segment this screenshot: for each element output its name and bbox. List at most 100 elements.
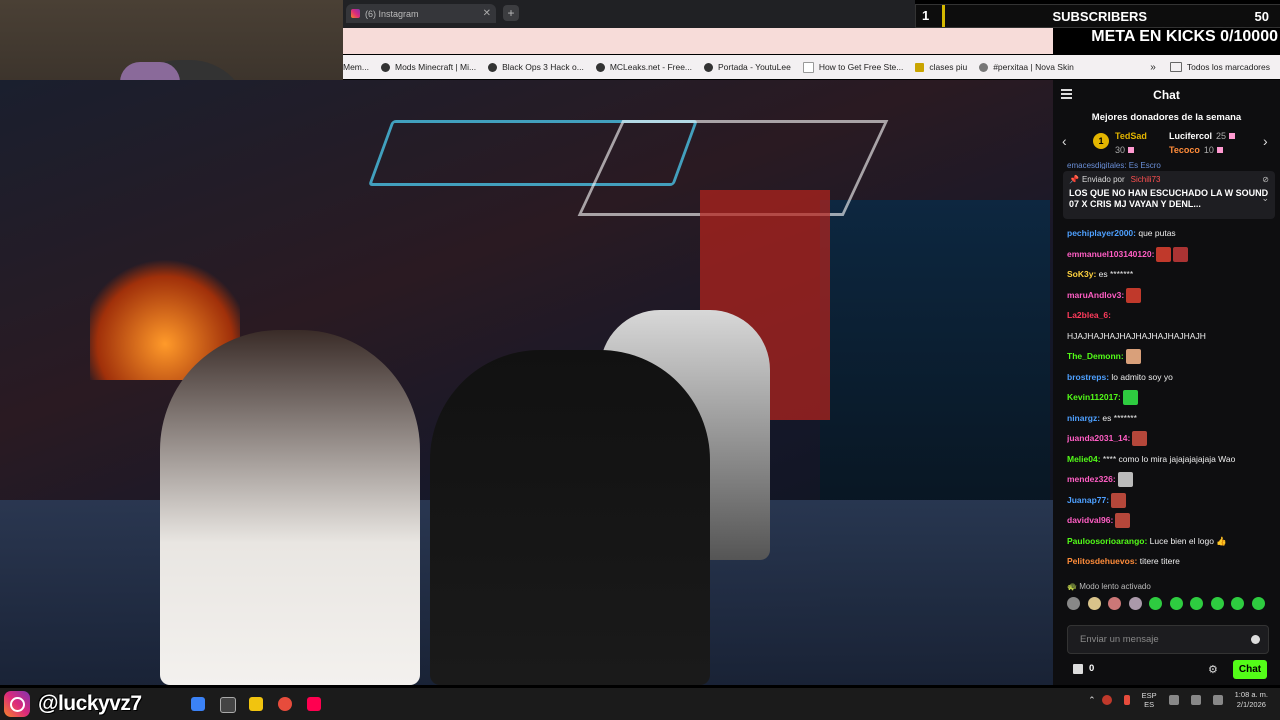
- chat-message-list: pechiplayer2000: que putas emmanuel103140…: [1067, 223, 1275, 572]
- quick-emote-icon[interactable]: [1149, 596, 1162, 610]
- all-bookmarks-button[interactable]: Todos los marcadores: [1169, 62, 1270, 72]
- emote-icon: [1156, 246, 1172, 262]
- bookmark-clases-piu[interactable]: clases piu: [915, 62, 967, 72]
- unpin-icon[interactable]: ⊘: [1262, 175, 1269, 184]
- bookmark-label: MCLeaks.net - Free...: [609, 62, 693, 72]
- send-chat-button[interactable]: Chat: [1233, 660, 1267, 679]
- stream-video[interactable]: [0, 80, 1053, 685]
- browser-tab-instagram[interactable]: (6) Instagram ✕: [346, 4, 496, 23]
- pinned-header: 📌 Enviado por Sichili73: [1069, 175, 1269, 184]
- app-icon[interactable]: [220, 697, 236, 713]
- prev-arrow-icon[interactable]: ‹: [1062, 133, 1067, 149]
- chat-username[interactable]: juanda2031_14:: [1067, 433, 1130, 443]
- chat-message: Pauloosorioarango: Luce bien el logo 👍: [1067, 531, 1275, 552]
- github-icon: [488, 62, 498, 72]
- emote-icon: [1117, 472, 1133, 488]
- volume-icon[interactable]: [1190, 695, 1201, 705]
- folder-icon: [915, 62, 925, 72]
- github-icon: [380, 62, 390, 72]
- github-icon: [595, 62, 605, 72]
- quick-emote-icon[interactable]: [1067, 596, 1080, 610]
- emote-icon: [1111, 492, 1127, 508]
- chat-text: es *******: [1096, 269, 1134, 279]
- donor-name: TedSad: [1115, 131, 1147, 141]
- expand-chevron-icon[interactable]: ⌄: [1261, 193, 1269, 204]
- chat-username[interactable]: pechiplayer2000:: [1067, 228, 1136, 238]
- emoji-picker-icon[interactable]: [1251, 635, 1260, 644]
- collapse-chat-icon[interactable]: [1061, 89, 1072, 99]
- quick-emote-icon[interactable]: [1231, 596, 1244, 610]
- chat-header: Chat: [1053, 80, 1280, 110]
- bookmark-black-ops[interactable]: Black Ops 3 Hack o...: [488, 62, 584, 72]
- quick-emote-icon[interactable]: [1190, 596, 1203, 610]
- subscriber-label: SUBSCRIBERS: [1052, 8, 1148, 24]
- chat-message: Kevin112017:: [1067, 387, 1275, 408]
- bookmark-label: clases piu: [929, 62, 968, 72]
- chat-username[interactable]: ninargz:: [1067, 413, 1100, 423]
- subscriber-goal-bar: 1 SUBSCRIBERS 50: [915, 4, 1280, 28]
- donor-entry: TedSad: [1115, 131, 1147, 141]
- quick-emote-icon[interactable]: [1128, 596, 1142, 610]
- quick-emote-icon[interactable]: [1169, 596, 1183, 610]
- chat-username[interactable]: The_Demonn:: [1067, 351, 1124, 361]
- chat-username[interactable]: emmanuel103140120:: [1067, 249, 1154, 259]
- settings-gear-icon[interactable]: ⚙: [1208, 663, 1218, 676]
- next-arrow-icon[interactable]: ›: [1263, 133, 1268, 149]
- donor-entry: Tecoco 10: [1169, 145, 1223, 155]
- chat-username[interactable]: Pauloosorioarango:: [1067, 536, 1147, 546]
- bookmark-label: Mods Minecraft | Mi...: [394, 62, 477, 72]
- network-icon[interactable]: [1168, 695, 1179, 705]
- bookmark-youtulee[interactable]: Portada - YoutuLee: [704, 62, 791, 72]
- bookmark-mem[interactable]: Mem...: [343, 62, 369, 72]
- chrome-icon[interactable]: [278, 697, 292, 711]
- kicks-goal-text: META EN KICKS 0/10000: [1091, 28, 1278, 45]
- chat-footer: 0 ⚙ Chat: [1053, 660, 1280, 680]
- gift-icon[interactable]: [1073, 664, 1083, 674]
- keyboard-code: ES: [1144, 700, 1155, 709]
- emote-icon: [1115, 513, 1131, 529]
- bookmarks-more-button[interactable]: »: [1150, 62, 1156, 73]
- chat-username[interactable]: Juanap77:: [1067, 495, 1109, 505]
- chat-username[interactable]: mendez326:: [1067, 474, 1116, 484]
- quick-emote-icon[interactable]: [1210, 596, 1224, 610]
- new-tab-button[interactable]: +: [503, 5, 519, 21]
- chat-username[interactable]: Pelitosdehuevos:: [1067, 556, 1137, 566]
- show-hidden-icons-icon[interactable]: ⌃: [1088, 695, 1096, 706]
- chat-text: Luce bien el logo 👍: [1147, 535, 1227, 546]
- pinned-message[interactable]: 📌 Enviado por Sichili73 ⊘ LOS QUE NO HAN…: [1063, 171, 1275, 219]
- instagram-icon: [351, 9, 360, 18]
- chat-username[interactable]: brostreps:: [1067, 372, 1109, 382]
- address-bar[interactable]: [343, 28, 1053, 54]
- clock-date: 2/1/2026: [1236, 700, 1266, 709]
- tiktok-icon[interactable]: [307, 697, 321, 711]
- bookmark-label: #perxitaa | Nova Skin: [993, 62, 1074, 72]
- chat-text: que putas: [1135, 228, 1176, 238]
- tray-app-icon[interactable]: [1101, 695, 1112, 705]
- quick-emote-icon[interactable]: [1251, 596, 1265, 610]
- chat-username[interactable]: Melie04:: [1067, 454, 1101, 464]
- sticky-notes-icon[interactable]: [249, 697, 263, 711]
- chat-input[interactable]: Enviar un mensaje: [1067, 625, 1269, 654]
- quick-emote-icon[interactable]: [1087, 596, 1101, 610]
- microphone-icon[interactable]: [1123, 695, 1130, 705]
- chat-username[interactable]: La2blea_6:: [1067, 310, 1111, 320]
- gift-count: 0: [1089, 663, 1095, 674]
- close-tab-icon[interactable]: ✕: [483, 8, 491, 19]
- battery-icon[interactable]: [1212, 695, 1223, 705]
- system-clock[interactable]: 1:08 a. m. 2/1/2026: [1235, 690, 1268, 710]
- bookmark-mcleaks[interactable]: MCLeaks.net - Free...: [595, 62, 693, 72]
- chat-title: Chat: [1153, 88, 1180, 102]
- emote-icon: [1132, 431, 1148, 447]
- chat-username[interactable]: SoK3y:: [1067, 269, 1096, 279]
- bookmark-free-steam[interactable]: How to Get Free Ste...: [802, 61, 903, 73]
- file-explorer-icon[interactable]: [191, 697, 205, 711]
- chat-text: HJAJHAJHAJHAJHAJHAJHAJHAJH: [1067, 330, 1206, 341]
- chat-username[interactable]: davidval96:: [1067, 515, 1113, 525]
- chat-username[interactable]: maruAndlov3:: [1067, 290, 1124, 300]
- language-indicator[interactable]: ESP ES: [1142, 691, 1157, 709]
- emote-icon: [1122, 390, 1138, 406]
- bookmark-mods-minecraft[interactable]: Mods Minecraft | Mi...: [380, 62, 477, 72]
- quick-emote-icon[interactable]: [1108, 596, 1121, 610]
- chat-username[interactable]: Kevin112017:: [1067, 392, 1121, 402]
- bookmark-nova-skin[interactable]: #perxitaa | Nova Skin: [979, 62, 1074, 72]
